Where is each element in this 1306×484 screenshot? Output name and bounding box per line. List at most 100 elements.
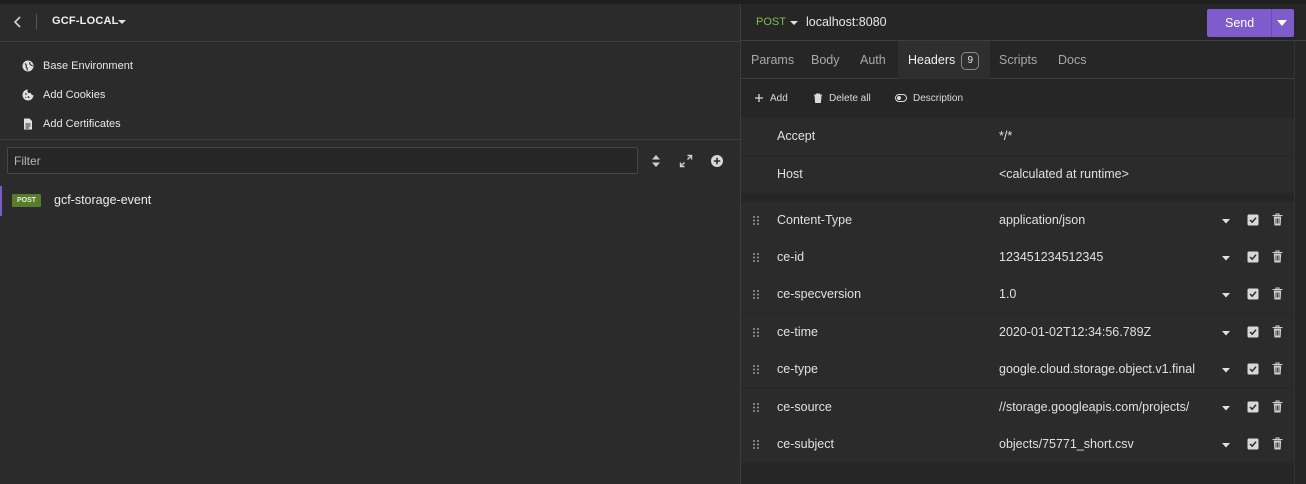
caret-down-icon[interactable]: [1222, 367, 1230, 373]
file-icon: [24, 118, 32, 130]
drag-handle-icon[interactable]: [752, 327, 760, 338]
header-row: ce-specversion 1.0: [741, 276, 1294, 313]
filter-row: [0, 141, 740, 179]
checkbox-checked-icon[interactable]: [1247, 326, 1259, 338]
header-value-input[interactable]: 2020-01-02T12:34:56.789Z: [999, 325, 1151, 339]
tab-auth[interactable]: Auth: [860, 41, 886, 79]
header-name: Host: [777, 167, 803, 181]
chevron-left-icon[interactable]: [10, 14, 26, 30]
caret-down-icon[interactable]: [1222, 292, 1230, 298]
header-name-input[interactable]: ce-specversion: [777, 287, 861, 301]
sort-icon[interactable]: [649, 154, 663, 168]
request-tabs: Params Body Auth Headers 9 Scripts Docs: [741, 41, 1306, 79]
send-button[interactable]: Send: [1207, 9, 1294, 37]
tab-scripts[interactable]: Scripts: [999, 41, 1037, 79]
caret-down-icon[interactable]: [790, 19, 798, 27]
trash-icon[interactable]: [1272, 362, 1283, 375]
drag-handle-icon[interactable]: [752, 439, 760, 450]
scrollbar-track[interactable]: [1294, 41, 1306, 484]
header-name-input[interactable]: ce-id: [777, 250, 804, 264]
checkbox-checked-icon[interactable]: [1247, 401, 1259, 413]
add-circle-icon[interactable]: [710, 154, 724, 168]
send-label: Send: [1225, 16, 1255, 30]
header-value-input[interactable]: 123451234512345: [999, 250, 1103, 264]
request-name: gcf-storage-event: [54, 193, 152, 207]
description-toggle[interactable]: Description: [895, 91, 963, 105]
header-row: Content-Type application/json: [741, 202, 1294, 239]
header-name-input[interactable]: ce-subject: [777, 437, 834, 451]
caret-down-icon[interactable]: [1222, 255, 1230, 261]
globe-icon: [22, 60, 34, 72]
drag-handle-icon[interactable]: [752, 289, 760, 300]
header-row: ce-time 2020-01-02T12:34:56.789Z: [741, 314, 1294, 351]
checkbox-checked-icon[interactable]: [1247, 214, 1259, 226]
expand-icon[interactable]: [679, 154, 693, 168]
drag-handle-icon[interactable]: [752, 402, 760, 413]
add-certificates-item[interactable]: Add Certificates: [22, 115, 121, 133]
add-cookies-item[interactable]: Add Cookies: [22, 86, 105, 104]
header-row: ce-type google.cloud.storage.object.v1.f…: [741, 351, 1294, 388]
header-name-input[interactable]: ce-type: [777, 362, 818, 376]
tab-params[interactable]: Params: [751, 41, 794, 79]
request-pane: POST localhost:8080 Send Params Body Aut…: [740, 4, 1306, 484]
drag-handle-icon[interactable]: [752, 364, 760, 375]
trash-icon[interactable]: [1272, 437, 1283, 450]
checkbox-checked-icon[interactable]: [1247, 251, 1259, 263]
checkbox-checked-icon[interactable]: [1247, 438, 1259, 450]
tab-docs[interactable]: Docs: [1058, 41, 1086, 79]
caret-down-icon[interactable]: [1222, 218, 1230, 224]
url-bar: POST localhost:8080 Send: [741, 4, 1306, 41]
drag-handle-icon[interactable]: [752, 215, 760, 226]
tab-headers[interactable]: Headers 9: [898, 41, 990, 79]
add-certificates-label: Add Certificates: [43, 118, 121, 130]
header-value: <calculated at runtime>: [999, 167, 1129, 181]
delete-all-label: Delete all: [829, 92, 871, 104]
checkbox-checked-icon[interactable]: [1247, 363, 1259, 375]
plus-icon: [755, 94, 763, 102]
caret-down-icon[interactable]: [1222, 405, 1230, 411]
caret-down-icon[interactable]: [1222, 330, 1230, 336]
tab-headers-label: Headers: [908, 53, 956, 67]
trash-icon[interactable]: [1272, 250, 1283, 263]
workspace-title[interactable]: GCF-LOCAL: [52, 15, 119, 27]
trash-icon[interactable]: [1272, 325, 1283, 338]
caret-down-icon[interactable]: [1222, 442, 1230, 448]
base-environment-item[interactable]: Base Environment: [22, 57, 133, 75]
header-value-input[interactable]: application/json: [999, 213, 1085, 227]
header-name-input[interactable]: ce-source: [777, 400, 832, 414]
tab-body[interactable]: Body: [811, 41, 840, 79]
headers-toolbar: Add Delete all Description: [741, 80, 1306, 116]
caret-down-icon[interactable]: [118, 18, 126, 26]
header-value-input[interactable]: objects/75771_short.csv: [999, 437, 1134, 451]
checkbox-checked-icon[interactable]: [1247, 288, 1259, 300]
method-selector[interactable]: POST: [756, 16, 786, 28]
filter-input[interactable]: [7, 147, 638, 174]
header-row: ce-source //storage.googleapis.com/proje…: [741, 389, 1294, 426]
header-row-readonly: Host <calculated at runtime>: [741, 156, 1294, 193]
drag-handle-icon[interactable]: [752, 252, 760, 263]
add-header-button[interactable]: Add: [754, 91, 788, 105]
caret-down-icon[interactable]: [1277, 19, 1287, 27]
delete-all-button[interactable]: Delete all: [813, 91, 871, 105]
header-row: ce-subject objects/75771_short.csv: [741, 426, 1294, 463]
header-divider: [36, 14, 37, 30]
trash-icon[interactable]: [1272, 287, 1283, 300]
trash-icon[interactable]: [1272, 213, 1283, 226]
send-divider: [1271, 9, 1272, 37]
headers-count-badge: 9: [961, 52, 980, 70]
header-value: */*: [999, 129, 1013, 143]
header-value-input[interactable]: 1.0: [999, 287, 1016, 301]
url-input[interactable]: localhost:8080: [806, 15, 887, 29]
header-name-input[interactable]: Content-Type: [777, 213, 852, 227]
cookie-icon: [22, 89, 34, 101]
trash-icon[interactable]: [1272, 400, 1283, 413]
sidebar: GCF-LOCAL Base Environment Add Cookies A…: [0, 4, 740, 484]
header-name-input[interactable]: ce-time: [777, 325, 818, 339]
request-item[interactable]: POST gcf-storage-event: [0, 186, 740, 216]
header-value-input[interactable]: google.cloud.storage.object.v1.final: [999, 362, 1195, 376]
toggle-icon: [895, 94, 907, 102]
add-cookies-label: Add Cookies: [43, 89, 106, 101]
environment-menu: Base Environment Add Cookies Add Certifi…: [0, 42, 740, 140]
header-value-input[interactable]: //storage.googleapis.com/projects/: [999, 400, 1189, 414]
add-label: Add: [770, 92, 788, 104]
